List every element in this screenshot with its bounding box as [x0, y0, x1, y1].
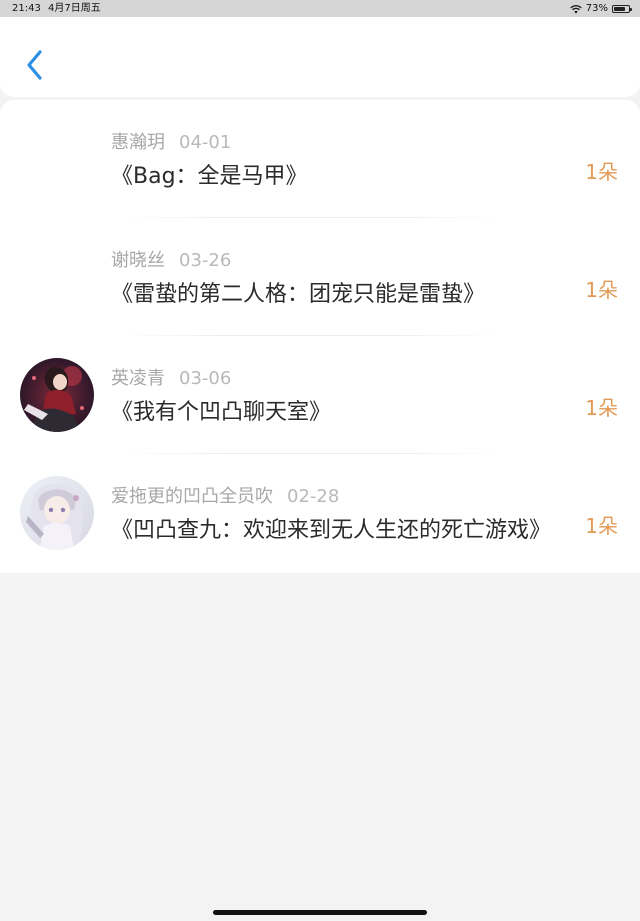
avatar[interactable]	[20, 358, 94, 432]
list-item[interactable]: 英凌青 03-06 《我有个凹凸聊天室》 1朵	[0, 336, 640, 454]
user-name: 谢晓丝	[111, 250, 165, 271]
avatar[interactable]	[20, 476, 94, 550]
book-title: 《Bag：全是马甲》	[111, 164, 308, 189]
user-name: 英凌青	[111, 368, 165, 389]
flower-count: 1朵	[585, 278, 618, 302]
avatar	[20, 240, 94, 314]
avatar-image	[20, 476, 94, 550]
gift-record-list: 惠瀚玥 04-01 《Bag：全是马甲》 1朵 谢晓丝 03-26 《雷蛰的第二人格…	[0, 100, 640, 573]
status-date: 4月7日周五	[48, 3, 101, 14]
item-meta: 谢晓丝 03-26	[111, 246, 231, 272]
status-right: 73%	[570, 0, 632, 17]
item-meta: 爱拖更的凹凸全员吹 02-28	[111, 482, 339, 508]
list-item[interactable]: 爱拖更的凹凸全员吹 02-28 《凹凸查九：欢迎来到无人生还的死亡游戏》 1朵	[0, 454, 640, 572]
item-date: 03-26	[179, 250, 232, 271]
status-time: 21:43	[12, 3, 41, 14]
item-meta: 惠瀚玥 04-01	[111, 128, 231, 154]
battery-icon	[612, 4, 632, 13]
chevron-left-icon	[27, 50, 42, 80]
flower-count: 1朵	[585, 396, 618, 420]
status-bar: 21:43 4月7日周五 73%	[0, 0, 640, 17]
list-item[interactable]: 惠瀚玥 04-01 《Bag：全是马甲》 1朵	[0, 100, 640, 218]
book-title: 《凹凸查九：欢迎来到无人生还的死亡游戏》	[111, 518, 552, 543]
avatar-image	[20, 358, 94, 432]
user-name: 爱拖更的凹凸全员吹	[111, 486, 273, 507]
back-button[interactable]	[20, 47, 50, 83]
item-meta: 英凌青 03-06	[111, 364, 231, 390]
avatar	[20, 122, 94, 196]
battery-percent: 73%	[585, 3, 608, 14]
item-date: 03-06	[179, 368, 232, 389]
home-indicator[interactable]	[213, 910, 427, 915]
list-item[interactable]: 谢晓丝 03-26 《雷蛰的第二人格：团宠只能是雷蛰》 1朵	[0, 218, 640, 336]
book-title: 《雷蛰的第二人格：团宠只能是雷蛰》	[111, 282, 486, 307]
flower-count: 1朵	[585, 160, 618, 184]
flower-count: 1朵	[585, 514, 618, 538]
header	[0, 17, 640, 97]
book-title: 《我有个凹凸聊天室》	[111, 400, 332, 425]
item-date: 04-01	[179, 132, 232, 153]
wifi-icon	[570, 4, 582, 13]
user-name: 惠瀚玥	[111, 132, 165, 153]
item-date: 02-28	[287, 486, 340, 507]
